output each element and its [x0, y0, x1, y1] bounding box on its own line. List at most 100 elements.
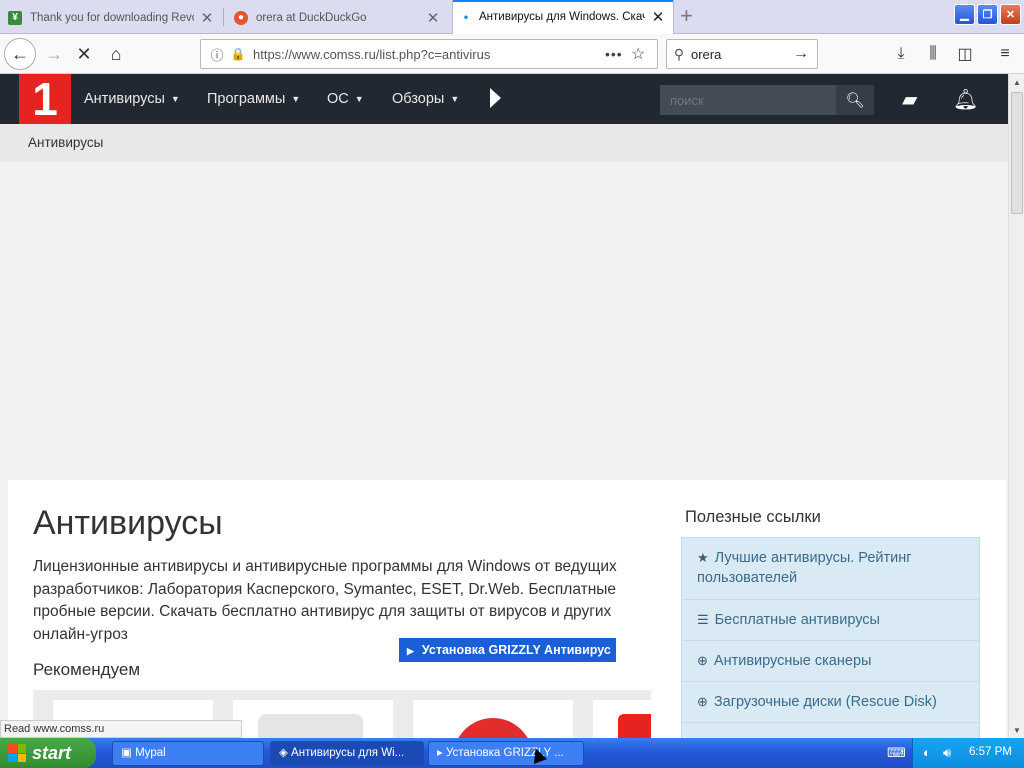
tab-title: Thank you for downloading Revo	[30, 11, 194, 24]
start-button[interactable]: start	[0, 738, 96, 768]
scroll-up-arrow-icon[interactable]: ▲	[1009, 74, 1024, 90]
browser-search-box[interactable]: ⚲ →	[666, 39, 818, 69]
tab-separator	[223, 8, 224, 26]
recommend-card[interactable]	[413, 700, 573, 738]
page-description: Лицензионные антивирусы и антивирусные п…	[33, 558, 617, 643]
useful-link-scanners[interactable]: ⊕ Антивирусные сканеры	[682, 641, 979, 682]
site-search-button[interactable]: 🔍︎	[836, 85, 874, 115]
vertical-scrollbar[interactable]: ▲ ▼	[1008, 74, 1024, 738]
web-page: 1 Антивирусы▼ Программы▼ ОС▼ Обзоры▼ 🔍︎ …	[0, 74, 1008, 738]
system-tray: ⌨ ◐ 🔊︎ 6:57 PM	[887, 738, 1024, 768]
info-icon[interactable]: ⓘ	[205, 45, 229, 64]
bell-icon[interactable]: 🔔︎	[953, 87, 978, 112]
tab-strip: ¥ Thank you for downloading Revo ✕ ● ore…	[0, 0, 1024, 34]
promo-button[interactable]: ▶ Установка GRIZZLY Антивирус	[399, 638, 616, 662]
product-image	[618, 714, 651, 738]
close-tab-icon[interactable]: ✕	[651, 8, 665, 26]
product-image	[453, 718, 533, 738]
taskbar-item-mypal[interactable]: ▣ Mypal	[112, 741, 264, 766]
new-tab-button[interactable]: +	[680, 4, 693, 28]
play-icon: ▶	[407, 646, 414, 656]
menu-label: Обзоры	[392, 91, 445, 107]
tab-comss[interactable]: • Антивирусы для Windows. Скача ✕	[452, 0, 674, 34]
main-content: Антивирусы Лицензионные антивирусы и ант…	[8, 480, 1006, 738]
site-search-input[interactable]	[660, 85, 836, 115]
sidebar-icon[interactable]: ◫	[950, 38, 980, 70]
menu-programs[interactable]: Программы ▼	[207, 74, 300, 124]
caret-down-icon: ▼	[170, 94, 180, 104]
useful-link-label: Антивирусные сканеры	[713, 653, 872, 669]
useful-link-label: Лучшие антивирусы. Рейтинг пользователей	[697, 550, 912, 586]
home-button[interactable]: ⌂	[100, 38, 132, 70]
menu-more-arrow-icon[interactable]	[490, 88, 501, 108]
play-icon: ▸	[437, 747, 446, 759]
windows-flag-icon	[8, 744, 26, 762]
zoom-icon: ⊕	[697, 653, 708, 668]
page-title: Антивирусы	[33, 504, 223, 542]
browser-search-input[interactable]	[691, 46, 793, 62]
lock-icon: 🔒	[230, 47, 246, 61]
close-window-button[interactable]: ✕	[1000, 4, 1021, 25]
menu-antivirus[interactable]: Антивирусы ▼	[84, 74, 180, 124]
ad-placeholder	[0, 162, 1008, 480]
menu-label: Программы	[207, 91, 286, 107]
breadcrumb-bar: Антивирусы	[0, 124, 1008, 162]
menu-reviews[interactable]: Обзоры ▼	[392, 74, 459, 124]
menu-os[interactable]: ОС ▼	[327, 74, 364, 124]
useful-links-title: Полезные ссылки	[685, 508, 821, 526]
url-text[interactable]: https://www.comss.ru/list.php?c=antiviru…	[253, 47, 605, 62]
scroll-down-arrow-icon[interactable]: ▼	[1009, 722, 1024, 738]
bookmark-star-icon[interactable]: ☆	[631, 44, 657, 64]
minimize-button[interactable]: ▁	[954, 4, 975, 25]
plus-circle-icon: ⊕	[697, 694, 708, 709]
product-image	[258, 714, 363, 738]
library-icon[interactable]: ⫼	[918, 38, 948, 70]
mypal-icon: ▣	[121, 747, 136, 759]
star-icon: ★	[697, 550, 709, 565]
volume-icon[interactable]: 🔊︎	[943, 745, 951, 761]
breadcrumb[interactable]: Антивирусы	[28, 135, 103, 150]
address-bar[interactable]: ⓘ 🔒 https://www.comss.ru/list.php?c=anti…	[200, 39, 658, 69]
useful-link-best[interactable]: ★ Лучшие антивирусы. Рейтинг пользователе…	[682, 538, 979, 600]
page-actions-icon[interactable]: •••	[605, 46, 631, 62]
stop-loading-button[interactable]: ✕	[68, 38, 100, 70]
search-go-icon[interactable]: →	[793, 45, 817, 63]
hamburger-menu-icon[interactable]: ≡	[990, 38, 1020, 70]
downloads-icon[interactable]: ⤓	[886, 38, 916, 70]
forward-button[interactable]: →	[38, 38, 70, 70]
promo-label: Установка GRIZZLY Антивирус	[421, 643, 611, 657]
taskbar: start ▣ Mypal ◈ Антивирусы для Wi... ▸ У…	[0, 738, 1024, 768]
recommend-card[interactable]	[593, 700, 651, 738]
useful-link-free[interactable]: ☰ Бесплатные антивирусы	[682, 600, 979, 641]
tray-app-icon[interactable]: ◐	[923, 745, 931, 760]
useful-link-rescue[interactable]: ⊕ Загрузочные диски (Rescue Disk)	[682, 682, 979, 723]
tab-duckduckgo[interactable]: ● orera at DuckDuckGo ✕	[226, 2, 448, 33]
browser-window: { "tabs": [ {"title": "Thank you for dow…	[0, 0, 1024, 768]
start-label: start	[32, 742, 72, 763]
useful-link-label: Загрузочные диски (Rescue Disk)	[713, 694, 937, 710]
search-icon: ⚲	[673, 45, 685, 62]
useful-link-more[interactable]	[682, 723, 979, 738]
close-tab-icon[interactable]: ✕	[200, 9, 214, 27]
close-tab-icon[interactable]: ✕	[426, 9, 440, 27]
useful-links-list: ★ Лучшие антивирусы. Рейтинг пользователе…	[681, 537, 980, 738]
chat-icon[interactable]: ▰	[902, 87, 917, 112]
keyboard-icon[interactable]: ⌨	[887, 745, 906, 761]
restore-button[interactable]: ❐	[977, 4, 998, 25]
site-logo[interactable]: 1	[19, 74, 71, 124]
recommend-card[interactable]	[233, 700, 393, 738]
caret-down-icon: ▼	[354, 94, 364, 104]
back-button[interactable]: ←	[4, 38, 36, 70]
caret-down-icon: ▼	[291, 94, 301, 104]
useful-link-label: Бесплатные антивирусы	[714, 612, 880, 628]
tab-title: Антивирусы для Windows. Скача	[479, 11, 645, 23]
tab-title: orera at DuckDuckGo	[256, 11, 367, 24]
revo-icon: ¥	[8, 10, 22, 25]
taskbar-item-comss[interactable]: ◈ Антивирусы для Wi...	[270, 741, 424, 766]
taskbar-item-grizzly[interactable]: ▸ Установка GRIZZLY ...	[428, 741, 584, 766]
list-icon: ☰	[697, 612, 709, 627]
loading-icon: •	[463, 10, 469, 24]
tab-revo[interactable]: ¥ Thank you for downloading Revo ✕	[0, 2, 222, 33]
recommend-heading: Рекомендуем	[33, 660, 141, 679]
scroll-thumb[interactable]	[1011, 92, 1023, 214]
